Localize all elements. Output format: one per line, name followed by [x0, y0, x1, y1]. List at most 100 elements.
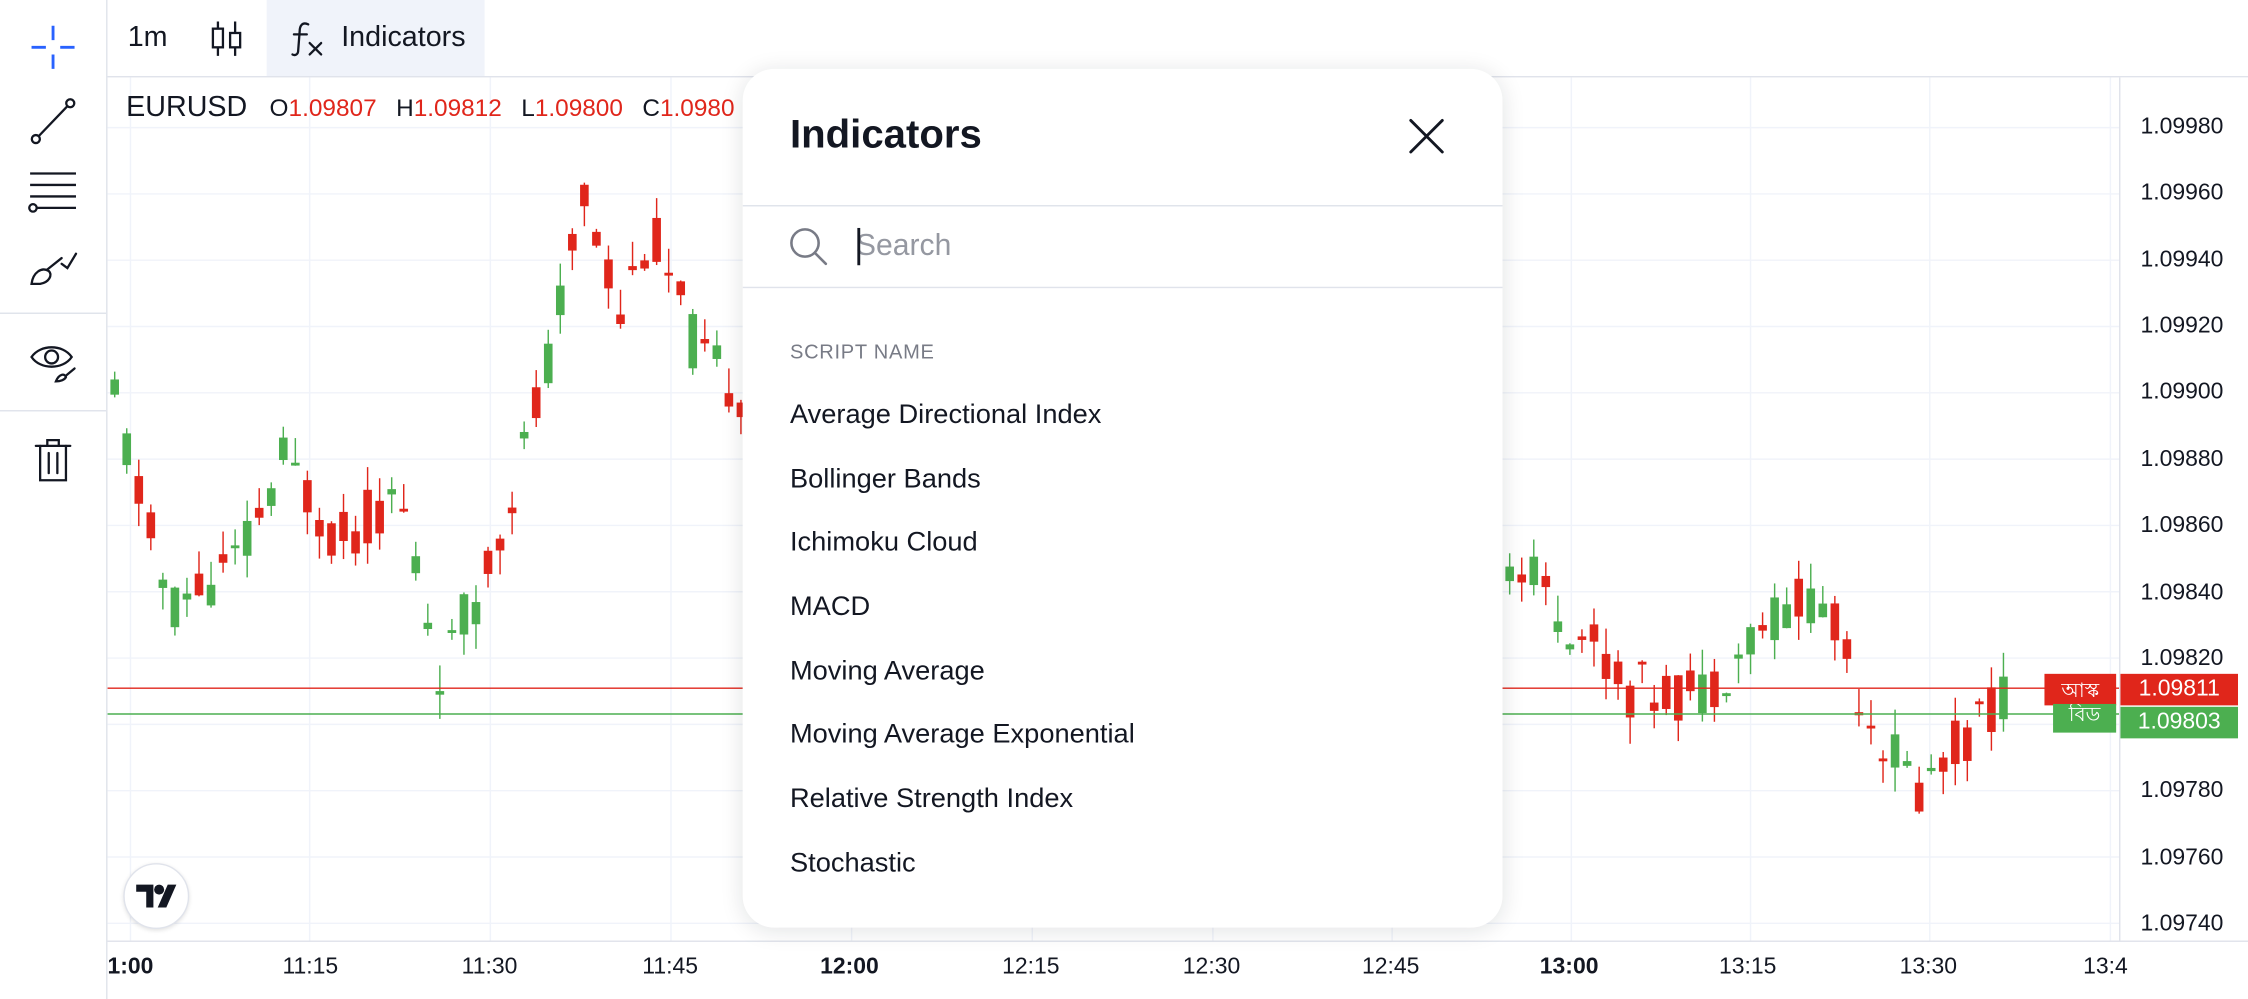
indicators-button[interactable]: Indicators — [266, 0, 485, 76]
candle-body — [339, 511, 348, 542]
candle-body — [483, 550, 493, 574]
ohlc-legend: EURUSD O1.09807 H1.09812 L1.09800 C1.098… — [126, 92, 746, 125]
candle-body — [1722, 693, 1731, 697]
candle-body — [1866, 725, 1876, 729]
trash-icon — [34, 438, 72, 482]
remove-drawings-tool[interactable] — [0, 424, 106, 496]
candle-body — [242, 520, 252, 556]
indicator-item[interactable]: MACD — [790, 592, 870, 624]
candle-body — [724, 393, 734, 407]
candle-body — [194, 573, 204, 596]
candle-body — [580, 184, 589, 207]
candle-body — [555, 285, 565, 316]
candle-body — [182, 593, 192, 600]
search-input[interactable] — [855, 217, 1459, 276]
candle-body — [1649, 702, 1659, 711]
candlestick-icon — [211, 20, 242, 56]
candle-body — [206, 584, 216, 606]
candle-body — [628, 266, 637, 271]
price-tick: 1.09840 — [2140, 580, 2224, 606]
candle-body — [459, 594, 469, 635]
price-axis[interactable]: 1.09980 1.09960 1.09940 1.09920 1.09900 … — [2119, 77, 2248, 941]
indicator-item[interactable]: Average Directional Index — [790, 400, 1101, 432]
price-tick: 1.09920 — [2140, 313, 2224, 339]
candle-body — [218, 554, 228, 563]
indicator-item[interactable]: Bollinger Bands — [790, 465, 981, 497]
candle-body — [507, 507, 517, 514]
price-tick: 1.09940 — [2140, 248, 2224, 273]
close-button[interactable] — [1402, 112, 1451, 161]
candle-body — [435, 691, 445, 695]
candle-body — [1758, 625, 1767, 631]
section-header: SCRIPT NAME — [789, 339, 935, 363]
chart-type-button[interactable] — [188, 0, 265, 76]
candle-body — [1975, 701, 1984, 705]
candle-body — [254, 507, 264, 518]
candle-body — [640, 260, 649, 269]
time-tick: 11:45 — [642, 954, 699, 980]
candle-body — [1734, 654, 1743, 659]
candle-body — [495, 538, 505, 551]
horizontal-lines-tool[interactable] — [0, 155, 106, 227]
candle-body — [712, 345, 722, 359]
candle-body — [266, 488, 276, 506]
time-tick: 12:45 — [1362, 954, 1420, 980]
trading-chart-app: 1m Indicators EURUSD O1.09807 H1.09812 L… — [0, 0, 2248, 999]
candle-body — [399, 508, 409, 512]
time-tick: 12:00 — [820, 954, 879, 980]
trend-line-tool[interactable] — [0, 85, 106, 157]
eye-icon — [30, 346, 76, 383]
candle-body — [688, 314, 698, 369]
tradingview-logo[interactable] — [123, 863, 190, 930]
indicator-item[interactable]: Stochastic — [790, 849, 916, 881]
candle-body — [568, 233, 577, 251]
time-axis[interactable]: 1:00 11:15 11:30 11:45 12:00 12:15 12:30… — [107, 940, 2248, 999]
symbol-name[interactable]: EURUSD — [126, 92, 247, 124]
candle-body — [1842, 639, 1852, 659]
candle-body — [158, 579, 168, 588]
timeframe-button[interactable]: 1m — [108, 0, 188, 76]
price-tick: 1.09860 — [2140, 513, 2224, 538]
candle-body — [1914, 782, 1924, 812]
time-tick: 13:00 — [1539, 954, 1599, 980]
indicator-item[interactable]: Moving Average — [790, 657, 985, 689]
candle-body — [616, 314, 625, 325]
brush-tool[interactable] — [0, 229, 106, 301]
candle-body — [1830, 603, 1840, 641]
time-tick: 11:15 — [282, 954, 339, 980]
candle-body — [1878, 758, 1888, 762]
dialog-divider — [742, 205, 1503, 207]
candle-body — [1902, 761, 1912, 766]
indicator-item[interactable]: Moving Average Exponential — [790, 720, 1135, 752]
open-value: 1.09807 — [288, 94, 377, 122]
crosshair-tool[interactable] — [0, 11, 106, 83]
candle-body — [519, 431, 529, 439]
price-tick: 1.09740 — [2140, 911, 2224, 937]
toolbar-divider — [0, 410, 107, 412]
candle-body — [303, 480, 312, 513]
candle-body — [1950, 720, 1960, 765]
candle-body — [1661, 675, 1671, 709]
visibility-tool[interactable] — [0, 324, 106, 396]
low-label: L — [521, 94, 535, 122]
indicator-item[interactable]: Ichimoku Cloud — [790, 528, 978, 560]
close-icon — [1409, 118, 1444, 154]
candle-body — [1625, 685, 1635, 718]
candle-body — [1601, 653, 1611, 679]
time-tick: 13:4 — [2083, 954, 2128, 980]
high-label: H — [396, 94, 414, 122]
candle-body — [676, 281, 686, 296]
ask-label-tag: আস্ক — [2044, 673, 2117, 706]
candle-body — [447, 630, 457, 633]
price-tick: 1.09960 — [2140, 180, 2224, 206]
indicator-item[interactable]: Relative Strength Index — [790, 784, 1073, 816]
time-tick: 13:30 — [1899, 954, 1958, 980]
candle-body — [411, 556, 421, 574]
candle-body — [604, 259, 613, 289]
candle-body — [1782, 604, 1791, 629]
dialog-title: Indicators — [789, 111, 982, 157]
candle-body — [230, 545, 240, 549]
candle-body — [1938, 757, 1948, 772]
candle-body — [134, 476, 144, 504]
candle-body — [1999, 676, 2008, 720]
